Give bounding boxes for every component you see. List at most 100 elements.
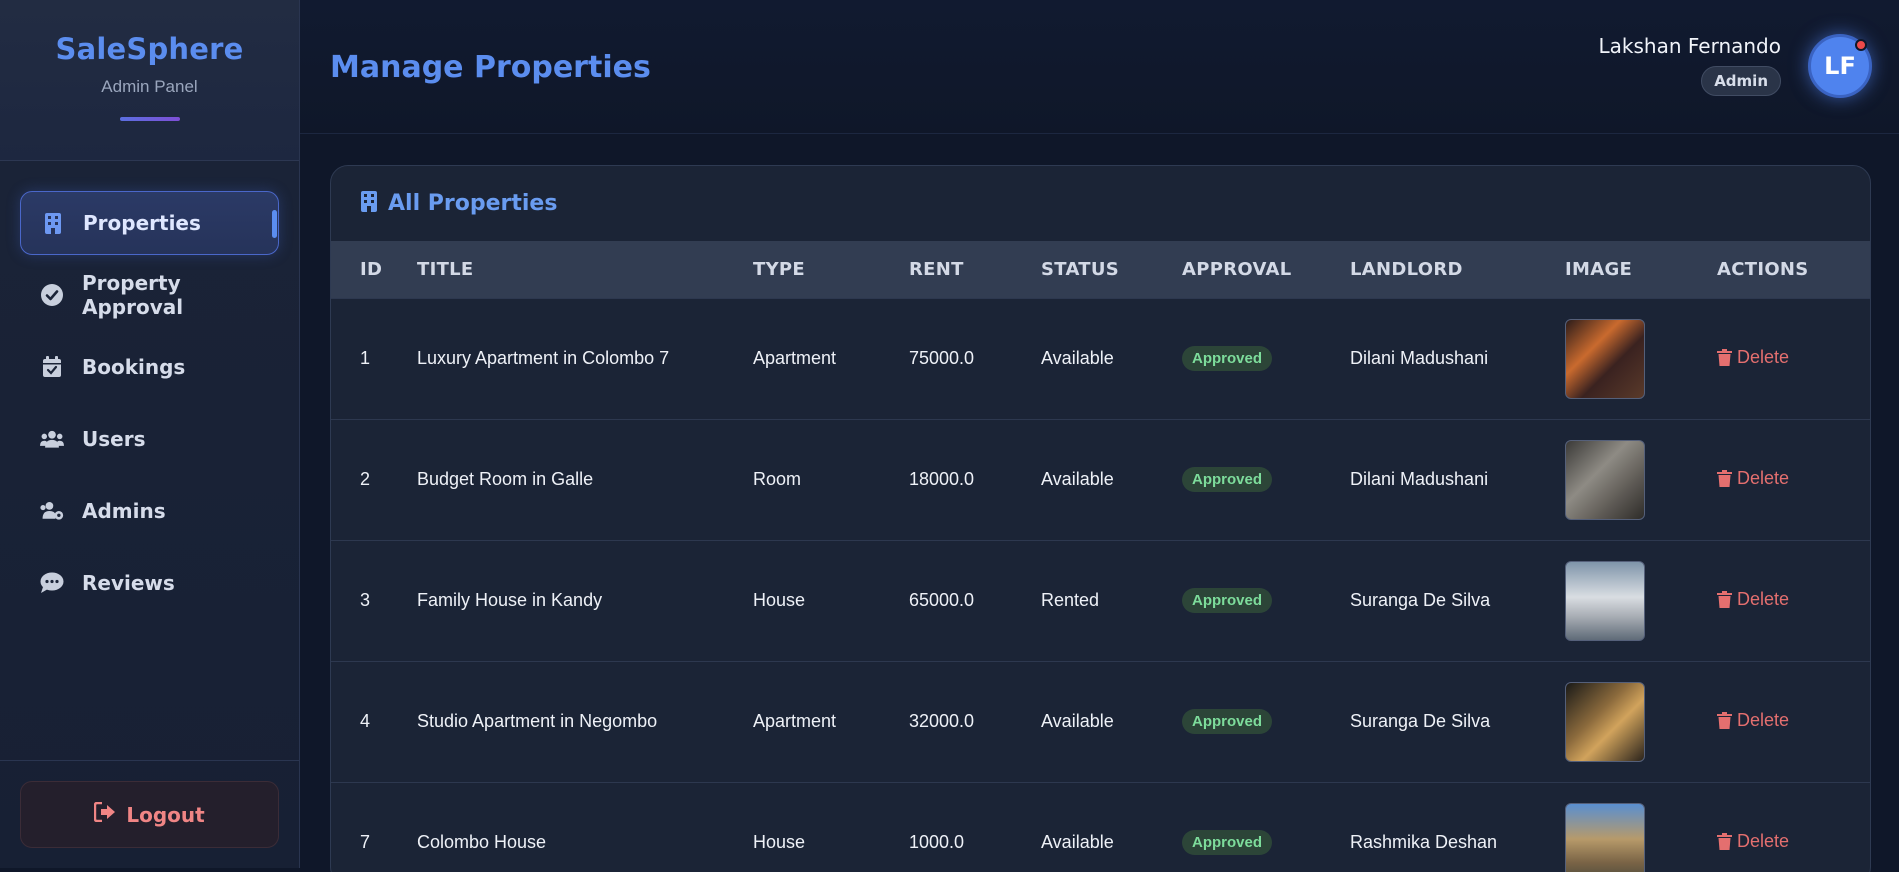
cell-landlord: Dilani Madushani — [1350, 297, 1565, 419]
cell-landlord: Suranga De Silva — [1350, 660, 1565, 782]
table-row: 7 Colombo House House 1000.0 Available A… — [331, 781, 1870, 872]
column-header-rent: RENT — [909, 258, 964, 280]
logout-button[interactable]: Logout — [20, 781, 279, 848]
cell-type: Apartment — [753, 297, 909, 419]
cell-rent: 75000.0 — [909, 297, 1041, 419]
cell-image — [1565, 781, 1717, 872]
sidebar-item-admins[interactable]: Admins — [20, 479, 279, 543]
column-header-approval: APPROVAL — [1182, 258, 1292, 280]
cell-rent: 65000.0 — [909, 539, 1041, 661]
cell-landlord: Rashmika Deshan — [1350, 781, 1565, 872]
cell-type: Apartment — [753, 660, 909, 782]
cell-type: Room — [753, 418, 909, 540]
cell-rent: 1000.0 — [909, 781, 1041, 872]
delete-button[interactable]: Delete — [1717, 589, 1789, 610]
cell-actions: Delete — [1717, 297, 1870, 419]
property-thumbnail[interactable] — [1565, 560, 1645, 641]
sidebar-item-label: Property Approval — [82, 271, 184, 319]
card-title: All Properties — [388, 191, 558, 216]
sidebar-item-bookings[interactable]: Bookings — [20, 335, 279, 399]
property-thumbnail[interactable] — [1565, 318, 1645, 399]
column-header-image: IMAGE — [1565, 258, 1633, 280]
sidebar-nav: Properties Property Approval Bookings Us… — [0, 161, 299, 615]
cell-title: Family House in Kandy — [417, 539, 753, 661]
cell-title: Budget Room in Galle — [417, 418, 753, 540]
approval-badge: Approved — [1182, 830, 1273, 856]
column-header-type: TYPE — [753, 258, 806, 280]
delete-button[interactable]: Delete — [1717, 710, 1789, 731]
brand-underline — [119, 117, 180, 121]
delete-label: Delete — [1737, 830, 1790, 851]
delete-label: Delete — [1737, 346, 1790, 367]
cell-title: Luxury Apartment in Colombo 7 — [417, 297, 753, 419]
cell-approval: Approved — [1182, 539, 1350, 661]
cell-id: 7 — [331, 781, 417, 872]
active-indicator — [272, 210, 277, 238]
cell-image — [1565, 418, 1717, 540]
trash-icon — [1717, 469, 1732, 487]
cell-id: 1 — [331, 297, 417, 419]
logout-label: Logout — [126, 802, 205, 827]
approval-badge: Approved — [1182, 346, 1273, 371]
cell-type: House — [753, 781, 909, 872]
cell-landlord: Suranga De Silva — [1350, 539, 1565, 661]
sidebar: SaleSphere Admin Panel Properties Proper… — [0, 0, 300, 868]
delete-label: Delete — [1737, 467, 1790, 488]
building-icon — [41, 211, 65, 235]
calendar-check-icon — [40, 355, 64, 379]
column-header-actions: ACTIONS — [1717, 258, 1809, 280]
users-icon — [40, 427, 64, 451]
properties-card: All Properties ID TITLE TYPE RENT STATUS… — [330, 165, 1871, 872]
sidebar-item-reviews[interactable]: Reviews — [20, 551, 279, 615]
sign-out-icon — [94, 801, 126, 827]
delete-button[interactable]: Delete — [1717, 468, 1789, 489]
cell-rent: 32000.0 — [909, 660, 1041, 782]
trash-icon — [1717, 590, 1732, 608]
table-header-row: ID TITLE TYPE RENT STATUS APPROVAL LANDL… — [331, 241, 1870, 298]
cell-approval: Approved — [1182, 781, 1350, 872]
cell-id: 3 — [331, 539, 417, 661]
cell-image — [1565, 660, 1717, 782]
property-thumbnail[interactable] — [1565, 681, 1645, 762]
cell-id: 2 — [331, 418, 417, 540]
building-icon — [360, 190, 388, 218]
property-thumbnail[interactable] — [1565, 802, 1645, 872]
sidebar-item-users[interactable]: Users — [20, 407, 279, 471]
cell-landlord: Dilani Madushani — [1350, 418, 1565, 540]
sidebar-item-label: Bookings — [82, 355, 186, 379]
delete-button[interactable]: Delete — [1717, 831, 1789, 852]
cell-actions: Delete — [1717, 660, 1870, 782]
cell-status: Available — [1041, 660, 1182, 782]
cell-rent: 18000.0 — [909, 418, 1041, 540]
delete-label: Delete — [1737, 588, 1790, 609]
avatar-initials: LF — [1824, 52, 1856, 80]
cell-status: Available — [1041, 418, 1182, 540]
table-row: 2 Budget Room in Galle Room 18000.0 Avai… — [331, 418, 1870, 540]
table-row: 4 Studio Apartment in Negombo Apartment … — [331, 660, 1870, 782]
sidebar-item-property-approval[interactable]: Property Approval — [20, 263, 279, 327]
approval-badge: Approved — [1182, 709, 1273, 734]
top-header: Manage Properties Lakshan Fernando Admin… — [300, 0, 1899, 134]
sidebar-item-label: Reviews — [82, 571, 175, 595]
column-header-title: TITLE — [417, 258, 474, 280]
cell-approval: Approved — [1182, 660, 1350, 782]
approval-badge: Approved — [1182, 588, 1273, 613]
sidebar-item-label: Properties — [83, 211, 201, 235]
table-row: 3 Family House in Kandy House 65000.0 Re… — [331, 539, 1870, 661]
brand: SaleSphere Admin Panel — [0, 0, 299, 161]
cell-title: Studio Apartment in Negombo — [417, 660, 753, 782]
delete-label: Delete — [1737, 709, 1790, 730]
cell-actions: Delete — [1717, 781, 1870, 872]
brand-title[interactable]: SaleSphere — [0, 32, 299, 66]
user-name: Lakshan Fernando — [1598, 34, 1782, 58]
cell-status: Available — [1041, 781, 1182, 872]
user-role-badge: Admin — [1701, 66, 1781, 96]
column-header-id: ID — [360, 258, 383, 280]
cell-title: Colombo House — [417, 781, 753, 872]
avatar[interactable]: LF — [1808, 34, 1872, 98]
cell-image — [1565, 297, 1717, 419]
property-thumbnail[interactable] — [1565, 439, 1645, 520]
delete-button[interactable]: Delete — [1717, 347, 1789, 368]
card-header: All Properties — [331, 166, 1870, 241]
sidebar-item-properties[interactable]: Properties — [20, 191, 279, 255]
